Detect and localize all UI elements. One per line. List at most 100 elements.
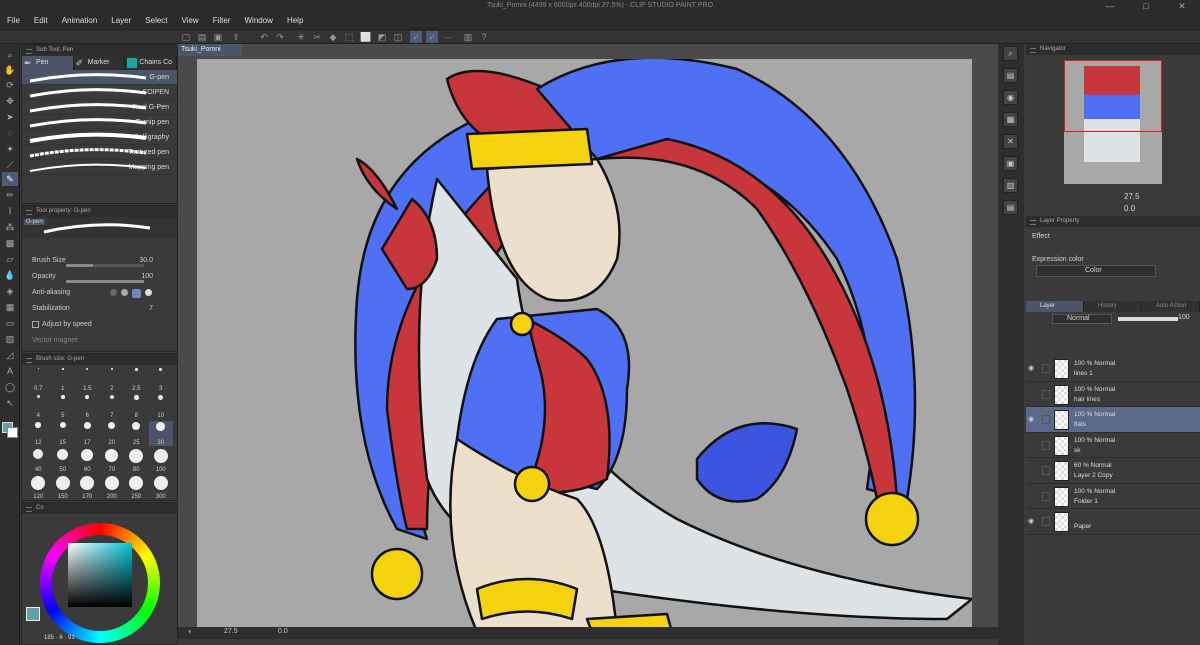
invert-select-icon[interactable]: ◩ xyxy=(376,31,388,43)
brush-size-option[interactable]: 12 xyxy=(26,421,51,446)
history-icon[interactable]: ▣ xyxy=(1003,156,1018,171)
snap-grid-icon[interactable]: ⋯ xyxy=(442,31,454,43)
search-icon[interactable]: ⌕ xyxy=(1003,46,1018,61)
brush-calligraphy[interactable]: Calligraphy xyxy=(22,130,177,145)
settings-icon[interactable]: ▥ xyxy=(462,31,474,43)
brush-size-option[interactable]: 15 xyxy=(51,421,76,446)
menu-animation[interactable]: Animation xyxy=(55,12,105,30)
pencil-tool-icon[interactable]: ✏ xyxy=(2,188,18,202)
menu-filter[interactable]: Filter xyxy=(206,12,238,30)
brush-size-option[interactable]: 50 xyxy=(51,448,76,473)
brush-size-option[interactable]: 3 xyxy=(149,367,174,392)
camera-icon[interactable]: ◉ xyxy=(1003,90,1018,105)
menu-select[interactable]: Select xyxy=(138,12,174,30)
brush-size-value[interactable]: 30.0 xyxy=(139,253,153,269)
maximize-button[interactable]: □ xyxy=(1128,0,1164,12)
brush-size-option[interactable]: 80 xyxy=(124,448,149,473)
layer-row[interactable]: ◉ Paper xyxy=(1026,509,1200,535)
brush-gpen[interactable]: G-pen xyxy=(22,70,177,85)
brush-soipen[interactable]: SOIPEN xyxy=(22,85,177,100)
brush-size-option[interactable]: 6 xyxy=(75,394,100,419)
brush-size-slider[interactable] xyxy=(66,264,144,267)
brush-size-option[interactable]: 40 xyxy=(26,448,51,473)
layer-opacity-value[interactable]: 100 xyxy=(1178,314,1190,321)
layers-icon[interactable]: ▥ xyxy=(1003,178,1018,193)
status-angle[interactable]: 0.0 xyxy=(278,628,288,635)
brush-size-option[interactable]: 250 xyxy=(124,475,149,500)
layer-opacity-slider[interactable] xyxy=(1118,317,1178,321)
layer-row[interactable]: 100 % Normal sk xyxy=(1026,433,1200,458)
menu-edit[interactable]: Edit xyxy=(27,12,55,30)
brush-turnip[interactable]: Turnip pen xyxy=(22,115,177,130)
lock-icon[interactable] xyxy=(1042,440,1050,450)
brush-size-option[interactable]: 0.7 xyxy=(26,367,51,392)
stabilization-value[interactable]: 7 xyxy=(149,301,153,317)
zoom-tool-icon[interactable]: ⌕ xyxy=(2,48,18,62)
save-icon[interactable]: ▣ xyxy=(212,31,224,43)
deselect-icon[interactable]: ⬜ xyxy=(360,31,372,43)
help-icon[interactable]: ? xyxy=(478,31,490,43)
magic-wand-icon[interactable]: ✦ xyxy=(2,142,18,156)
frame-icon[interactable]: ▧ xyxy=(2,332,18,346)
brush-size-option[interactable]: 30 xyxy=(148,421,173,446)
eye-icon[interactable]: ◉ xyxy=(1028,364,1038,372)
brush-size-option[interactable]: 10 xyxy=(149,394,174,419)
tab-pen[interactable]: ✒ Pen xyxy=(22,56,74,70)
clear-icon[interactable]: ✳ xyxy=(295,31,307,43)
transform-icon[interactable]: ⬚ xyxy=(343,31,355,43)
brush-size-option[interactable]: 17 xyxy=(75,421,100,446)
rotate-tool-icon[interactable]: ⟳ xyxy=(2,78,18,92)
brush-size-option[interactable]: 150 xyxy=(51,475,76,500)
layer-row[interactable]: 100 % Normal hair lines xyxy=(1026,382,1200,407)
tab-layer[interactable]: Layer xyxy=(1026,301,1084,312)
eye-icon[interactable]: ◉ xyxy=(1028,415,1038,423)
hand-tool-icon[interactable]: ✋ xyxy=(2,63,18,77)
ruler-icon[interactable]: ◿ xyxy=(2,348,18,362)
text-tool-icon[interactable]: A xyxy=(2,364,18,378)
brush-size-option[interactable]: 170 xyxy=(75,475,100,500)
brush-tool-icon[interactable]: ⌇ xyxy=(2,204,18,218)
blend-mode-select[interactable]: Normal xyxy=(1052,314,1112,324)
close-panel-icon[interactable]: ✕ xyxy=(1003,134,1018,149)
layer-row[interactable]: ◉ 100 % Normal lines 1 xyxy=(1026,356,1200,382)
brush-size-option[interactable]: 8 xyxy=(124,394,149,419)
move-tool-icon[interactable]: ✥ xyxy=(2,94,18,108)
tab-auto-action[interactable]: Auto Action xyxy=(1142,301,1200,312)
layer-row[interactable]: ◉ 100 % Normal flats xyxy=(1026,407,1200,433)
menu-file[interactable]: File xyxy=(0,12,27,30)
brush-size-option[interactable]: 4 xyxy=(26,394,51,419)
brush-size-option[interactable]: 200 xyxy=(100,475,125,500)
eye-icon[interactable]: ◉ xyxy=(1028,517,1038,525)
brush-size-option[interactable]: 1 xyxy=(51,367,76,392)
brush-mapping[interactable]: Mapping pen xyxy=(22,160,177,175)
brush-size-option[interactable]: 7 xyxy=(100,394,125,419)
eraser-icon[interactable]: ▱ xyxy=(2,252,18,266)
expression-dropdown[interactable]: Color xyxy=(1036,265,1156,277)
lasso-tool-icon[interactable]: ◌ xyxy=(2,126,18,140)
navigator-angle[interactable]: 0.0 xyxy=(1124,204,1135,213)
cut-icon[interactable]: ✂ xyxy=(311,31,323,43)
navigator-preview[interactable] xyxy=(1064,60,1162,184)
panel-icon[interactable]: ▤ xyxy=(1003,200,1018,215)
eyedropper-icon[interactable]: ⟋ xyxy=(2,158,18,172)
brush-size-option[interactable]: 25 xyxy=(124,421,149,446)
decoration-icon[interactable]: ▩ xyxy=(2,236,18,250)
gradient-icon[interactable]: ▦ xyxy=(2,300,18,314)
saturation-square[interactable] xyxy=(68,543,132,607)
undo-icon[interactable]: ↶ xyxy=(258,31,270,43)
grid-icon[interactable]: ▦ xyxy=(1003,112,1018,127)
snap-special-icon[interactable]: ✓ xyxy=(426,31,438,43)
minimize-button[interactable]: — xyxy=(1092,0,1128,12)
brush-size-option[interactable]: 1.5 xyxy=(75,367,100,392)
brush-size-option[interactable]: 100 xyxy=(149,448,174,473)
balloon-icon[interactable]: ◯ xyxy=(2,380,18,394)
lock-icon[interactable] xyxy=(1042,415,1050,424)
menu-window[interactable]: Window xyxy=(238,12,280,30)
pen-tool-icon[interactable]: ✎ xyxy=(2,172,18,186)
navigator-zoom[interactable]: 27.5 xyxy=(1124,192,1140,201)
opacity-slider[interactable] xyxy=(66,280,144,283)
close-button[interactable]: ✕ xyxy=(1164,0,1200,12)
blend-tool-icon[interactable]: 💧 xyxy=(2,268,18,282)
operation-tool-icon[interactable]: ➤ xyxy=(2,110,18,124)
menu-view[interactable]: View xyxy=(175,12,206,30)
